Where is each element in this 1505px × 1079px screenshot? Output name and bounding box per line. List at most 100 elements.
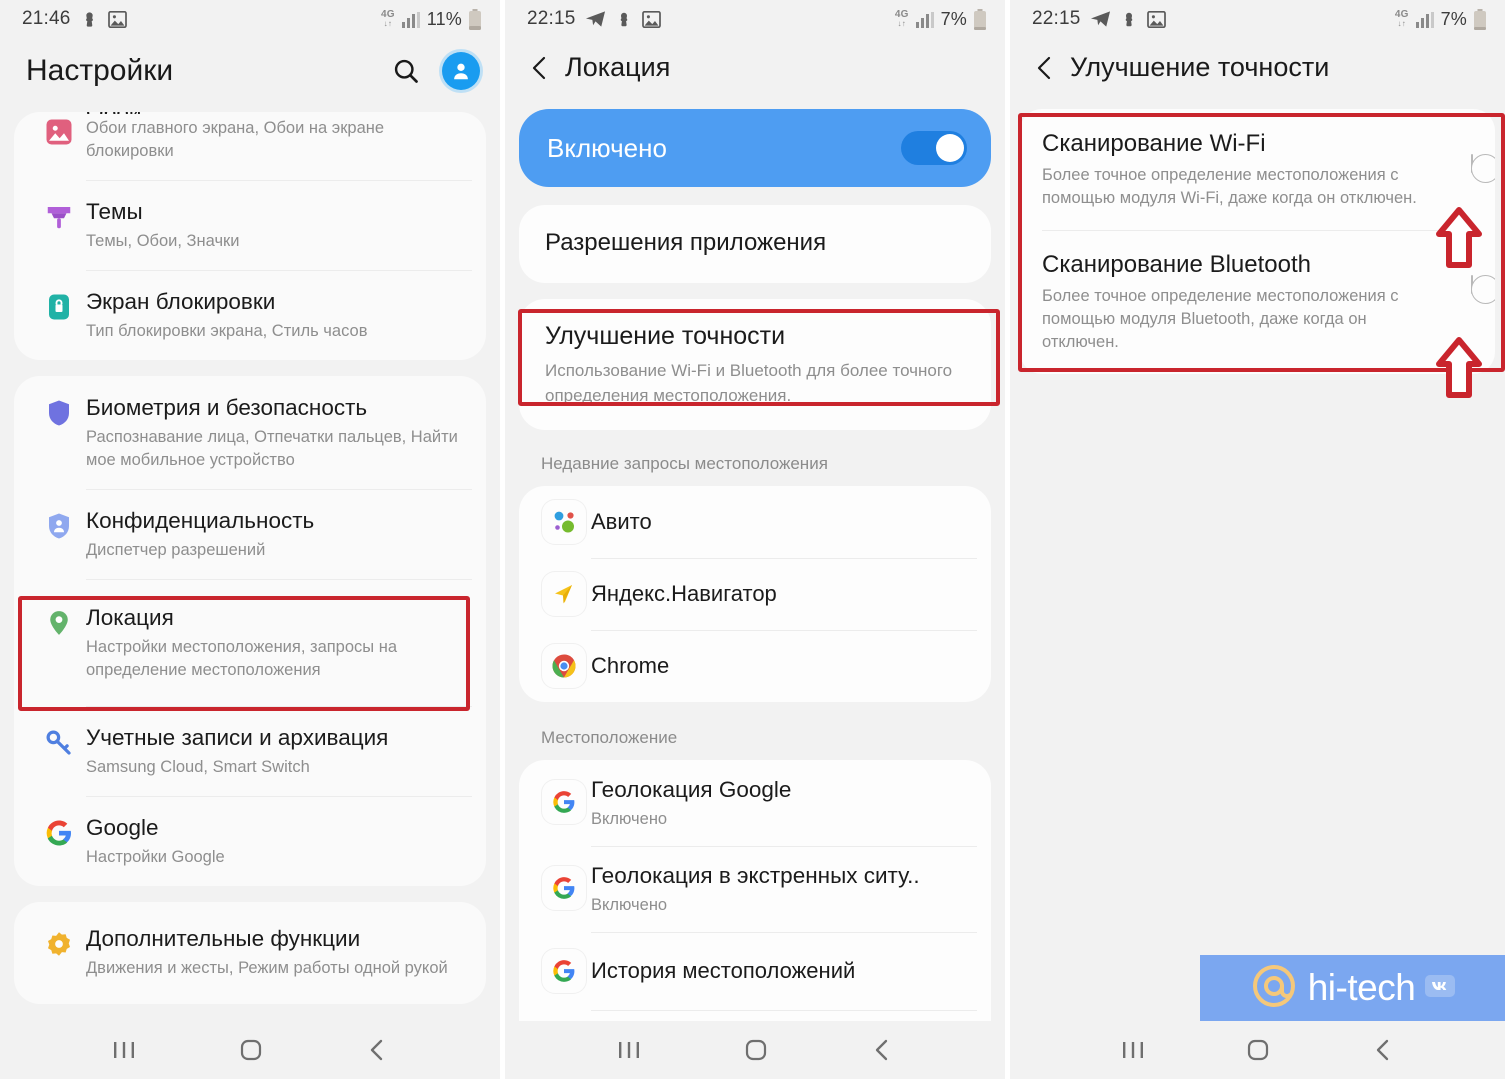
themes-icon [32, 197, 86, 232]
settings-item-location[interactable]: Локация Настройки местоположения, запрос… [14, 579, 486, 706]
telegram-icon [1090, 10, 1111, 28]
status-bar-panel2: 22:15 4G ↓↑ 7% [505, 0, 1005, 38]
panel-accuracy: 22:15 4G ↓↑ 7% Улучшение точности Сканир… [1010, 0, 1505, 1079]
network-type-indicator: 4G ↓↑ [894, 9, 909, 29]
wifi-scanning-toggle[interactable] [1471, 154, 1473, 173]
recents-icon[interactable] [1120, 1039, 1146, 1061]
download-icon [80, 10, 99, 29]
back-icon[interactable] [870, 1037, 894, 1063]
avito-icon [537, 500, 591, 544]
settings-group-security: Биометрия и безопасность Распознавание л… [14, 376, 486, 886]
panel-location: 22:15 4G ↓↑ 7% Локация Включено Разрешен… [505, 0, 1005, 1079]
settings-item-advanced-features[interactable]: Дополнительные функции Движения и жесты,… [14, 902, 486, 1004]
privacy-shield-icon [32, 506, 86, 541]
settings-item-subtitle: Диспетчер разрешений [86, 541, 266, 559]
settings-item-themes[interactable]: Темы Темы, Обои, Значки [14, 180, 486, 270]
accuracy-improvement-card[interactable]: Улучшение точности Использование Wi-Fi и… [519, 299, 991, 430]
section-label-location: Местоположение [541, 728, 678, 747]
location-pin-icon [32, 603, 86, 638]
avatar[interactable] [442, 52, 480, 90]
app-name: Авито [591, 509, 652, 534]
settings-item-title: Экран блокировки [86, 289, 276, 314]
back-chevron-icon[interactable] [523, 55, 557, 81]
settings-item-subtitle: Обои главного экрана, Обои на экране бло… [86, 119, 385, 160]
settings-group-display: Обои Обои главного экрана, Обои на экран… [14, 112, 486, 360]
back-chevron-icon[interactable] [1028, 55, 1062, 81]
status-time: 22:15 [1032, 8, 1081, 29]
accuracy-scroll-area[interactable]: Сканирование Wi-Fi Более точное определе… [1010, 109, 1505, 374]
master-toggle-label: Включено [547, 132, 667, 163]
list-item[interactable]: Авито [519, 486, 991, 558]
scan-toggles-card: Сканирование Wi-Fi Более точное определе… [1020, 109, 1495, 374]
advanced-features-icon [32, 924, 86, 959]
panel-settings: 21:46 4G ↓↑ 11% Настройки Обои главного … [0, 0, 500, 1079]
location-master-toggle[interactable]: Включено [519, 109, 991, 187]
section-label-recent-requests: Недавние запросы местоположения [541, 454, 828, 473]
battery-percent: 7% [1440, 8, 1467, 29]
home-icon[interactable] [1245, 1037, 1271, 1063]
battery-icon [468, 8, 482, 30]
settings-item-privacy[interactable]: Конфиденциальность Диспетчер разрешений [14, 489, 486, 579]
recents-icon[interactable] [111, 1039, 137, 1061]
settings-item-title: Конфиденциальность [86, 508, 315, 533]
bluetooth-scanning-row[interactable]: Сканирование Bluetooth Более точное опре… [1020, 230, 1495, 374]
battery-icon [1473, 8, 1487, 30]
service-status: Включено [591, 810, 668, 828]
wifi-scanning-row[interactable]: Сканирование Wi-Fi Более точное определе… [1020, 109, 1495, 230]
signal-bars-icon [1415, 11, 1435, 28]
settings-item-subtitle: Настройки Google [86, 848, 225, 866]
home-icon[interactable] [238, 1037, 264, 1063]
home-icon[interactable] [743, 1037, 769, 1063]
battery-percent: 11% [426, 8, 462, 29]
settings-item-subtitle: Движения и жесты, Режим работы одной рук… [86, 959, 448, 977]
location-scroll-area[interactable]: Разрешения приложения Улучшение точности… [505, 205, 1005, 1079]
settings-item-subtitle: Тип блокировки экрана, Стиль часов [86, 322, 368, 340]
image-icon [1146, 10, 1166, 28]
settings-item-biometrics[interactable]: Биометрия и безопасность Распознавание л… [14, 376, 486, 489]
status-bar-panel3: 22:15 4G ↓↑ 7% [1010, 0, 1505, 38]
wifi-scanning-title: Сканирование Wi-Fi [1042, 130, 1266, 157]
master-toggle-switch[interactable] [901, 131, 967, 165]
recents-icon[interactable] [616, 1039, 642, 1061]
service-status: Включено [591, 896, 668, 914]
google-icon [537, 949, 591, 993]
app-permissions-card[interactable]: Разрешения приложения [519, 205, 991, 283]
page-title: Локация [565, 52, 671, 82]
settings-app-bar: Настройки [0, 38, 500, 112]
list-item[interactable]: Геолокация Google Включено [519, 760, 991, 846]
bluetooth-scanning-title: Сканирование Bluetooth [1042, 251, 1311, 278]
accuracy-subtitle: Использование Wi-Fi и Bluetooth для боле… [545, 361, 953, 405]
annotation-arrow-bluetooth [1436, 337, 1482, 404]
settings-item-title: Google [86, 815, 159, 840]
page-title: Настройки [26, 54, 174, 87]
list-item[interactable]: Chrome [519, 630, 991, 702]
list-item[interactable]: Геолокация в экстренных ситу.. Включено [519, 846, 991, 932]
service-name: Геолокация в экстренных ситу.. [591, 863, 920, 888]
settings-item-lockscreen[interactable]: Экран блокировки Тип блокировки экрана, … [14, 270, 486, 360]
wallpaper-icon [32, 112, 86, 147]
battery-percent: 7% [940, 8, 967, 29]
app-permissions-label: Разрешения приложения [545, 229, 827, 256]
settings-item-accounts[interactable]: Учетные записи и архивация Samsung Cloud… [14, 706, 486, 796]
recent-apps-card: Авито Яндекс.Навигатор Chrome [519, 486, 991, 702]
network-type-indicator: 4G ↓↑ [380, 9, 395, 29]
settings-item-title: Биометрия и безопасность [86, 395, 368, 420]
status-time: 22:15 [527, 8, 576, 29]
app-name: Chrome [591, 653, 670, 678]
back-icon[interactable] [365, 1037, 389, 1063]
back-icon[interactable] [1371, 1037, 1395, 1063]
list-item[interactable]: Яндекс.Навигатор [519, 558, 991, 630]
bluetooth-scanning-toggle[interactable] [1471, 275, 1473, 294]
shield-icon [32, 393, 86, 428]
three-panel-screenshot-collage: 21:46 4G ↓↑ 11% Настройки Обои главного … [0, 0, 1505, 1079]
settings-item-wallpaper[interactable]: Обои Обои главного экрана, Обои на экран… [14, 112, 486, 180]
settings-item-google[interactable]: Google Настройки Google [14, 796, 486, 886]
settings-scroll-area[interactable]: Обои Обои главного экрана, Обои на экран… [0, 112, 500, 1004]
search-icon[interactable] [392, 57, 420, 85]
accuracy-title: Улучшение точности [545, 322, 786, 350]
wifi-scanning-subtitle: Более точное определение местоположения … [1042, 166, 1417, 207]
list-item[interactable]: История местоположений [519, 932, 991, 1010]
at-logo-icon [1250, 962, 1298, 1015]
hi-tech-watermark: hi-tech [1200, 955, 1505, 1021]
bluetooth-scanning-subtitle: Более точное определение местоположения … [1042, 287, 1399, 351]
